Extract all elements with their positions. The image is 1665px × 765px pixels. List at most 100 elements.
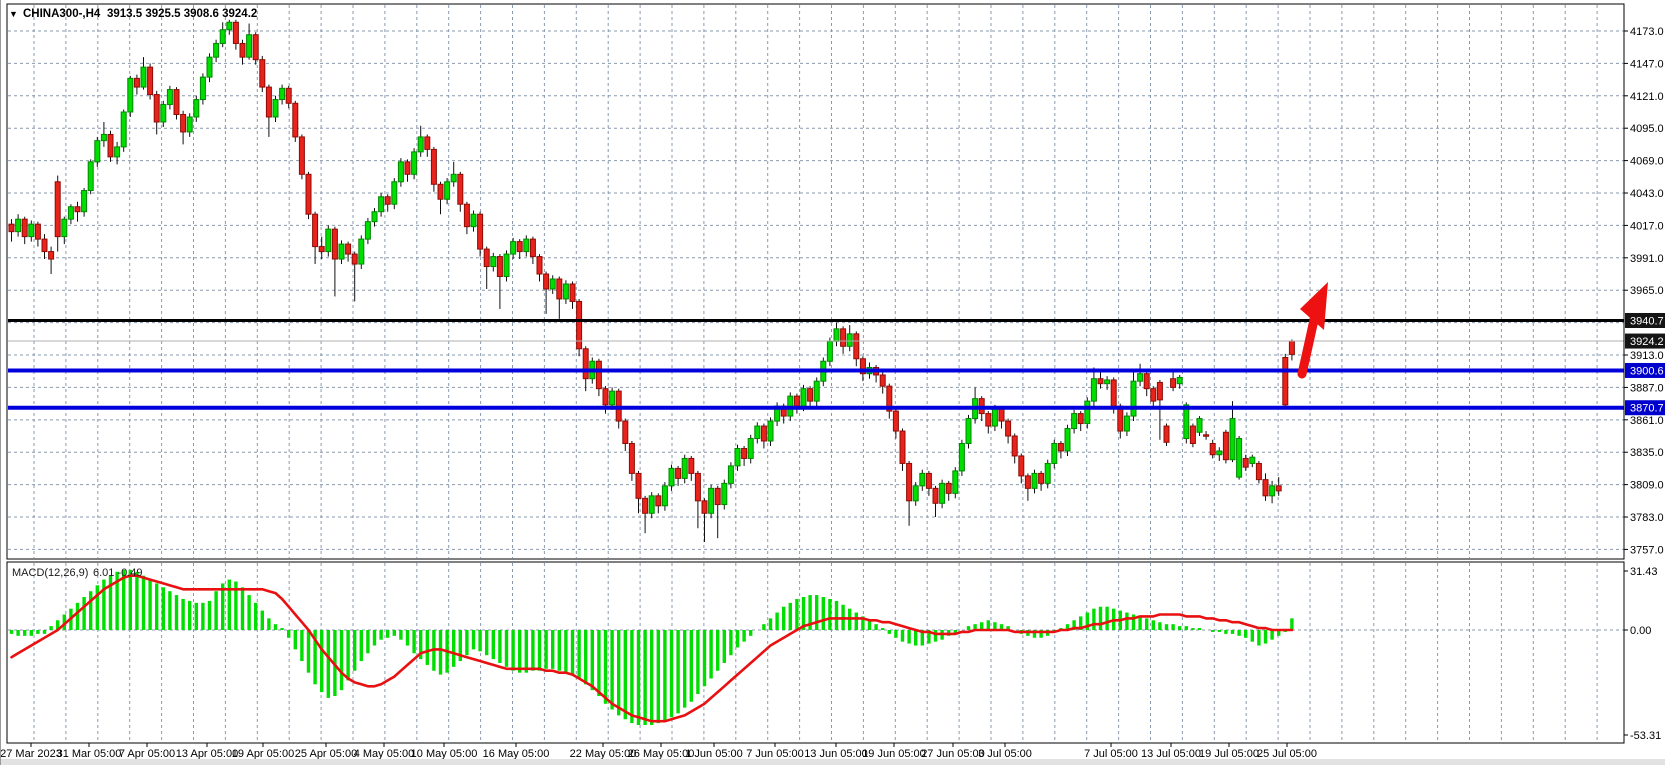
macd-axis[interactable]: 31.430.00-53.31 [1624,566,1661,742]
bullish-candle [748,439,753,459]
bearish-candle [35,224,40,239]
bearish-candle [1111,380,1116,406]
bullish-candle [847,334,852,346]
bearish-candle [352,254,357,264]
bullish-candle [62,219,67,236]
main-panel-frame [7,4,1624,559]
bearish-candle [233,22,238,43]
bullish-candle [372,212,377,222]
candlestick-series [9,20,1294,542]
price-tick-label: 4095.0 [1630,123,1664,135]
symbol-dropdown-icon[interactable]: ▼ [9,9,18,19]
price-tick-label: 3861.0 [1630,415,1664,427]
bullish-candle [247,35,252,57]
bearish-candle [49,252,54,259]
bullish-candle [29,224,34,236]
bearish-candle [1058,443,1063,450]
bearish-candle [22,219,27,236]
bearish-candle [742,448,747,458]
bullish-candle [550,279,555,289]
bearish-candle [425,137,430,149]
bearish-candle [1151,389,1156,401]
bearish-candle [656,496,661,506]
up-arrow-annotation[interactable] [1300,282,1328,374]
bullish-candle [141,67,146,87]
bullish-candle [662,486,667,506]
price-tick-label: 4121.0 [1630,91,1664,103]
date-axis[interactable]: 27 Mar 202331 Mar 05:007 Apr 05:0013 Apr… [1,743,1317,760]
macd-label-group: MACD(12,26,9) 6.01 -0.49 [12,567,143,579]
bearish-candle [55,182,60,237]
bearish-candle [260,60,265,87]
bearish-candle [1078,414,1083,424]
macd-tick-label: 31.43 [1630,566,1658,578]
bullish-candle [966,419,971,444]
bullish-candle [365,222,370,239]
bullish-candle [16,219,21,231]
bullish-candle [418,137,423,152]
bullish-candle [834,329,839,341]
price-axis-badges: 3940.73924.23900.63870.7 [1625,313,1665,415]
bearish-candle [1144,374,1149,389]
bearish-candle [1256,463,1261,479]
bullish-candle [451,174,456,181]
bearish-candle [306,174,311,214]
bullish-candle [398,162,403,182]
bearish-candle [464,204,469,226]
bearish-candle [603,389,608,405]
price-axis[interactable]: 4173.04147.04121.04095.04069.04043.04017… [1624,26,1664,556]
bearish-candle [557,279,562,299]
window-footer-strip [1,759,1665,765]
bearish-candle [570,284,575,301]
bullish-candle [669,468,674,485]
price-tick-label: 3757.0 [1630,544,1664,556]
bullish-candle [511,242,516,254]
grid-lines [8,5,1624,742]
bullish-candle [167,90,172,105]
bullish-candle [326,229,331,251]
bullish-candle [1197,419,1202,433]
bullish-candle [1124,416,1129,431]
bearish-candle [438,184,443,199]
macd-indicator [12,570,1292,725]
bullish-candle [412,152,417,174]
bullish-candle [1217,451,1222,455]
bearish-candle [702,501,707,513]
chart-canvas[interactable]: 4173.04147.04121.04095.04069.04043.04017… [1,0,1665,765]
bullish-candle [768,421,773,441]
bearish-candle [1276,486,1281,491]
bullish-candle [68,207,73,219]
bearish-candle [9,224,14,231]
bullish-candle [200,77,205,99]
bearish-candle [332,229,337,259]
bullish-candle [187,117,192,132]
bearish-candle [841,329,846,346]
bearish-candle [1204,435,1209,437]
bearish-candle [1243,458,1248,467]
bearish-candle [629,443,634,473]
bearish-candle [405,162,410,174]
bullish-candle [649,496,654,513]
bullish-candle [392,182,397,204]
trading-chart-window: 4173.04147.04121.04095.04069.04043.04017… [0,0,1665,765]
price-tick-label: 3835.0 [1630,447,1664,459]
bearish-candle [42,239,47,251]
bullish-candle [491,257,496,267]
bullish-candle [115,147,120,157]
bullish-candle [610,391,615,405]
bearish-candle [808,389,813,401]
bullish-candle [1184,405,1189,439]
bearish-candle [1012,436,1017,456]
bearish-candle [907,463,912,500]
bearish-candle [253,35,258,60]
bearish-candle [854,334,859,359]
bullish-candle [280,88,285,99]
bearish-candle [999,409,1004,421]
bullish-candle [827,341,832,361]
bullish-candle [1270,486,1275,496]
bullish-candle [682,458,687,478]
price-tick-label: 4173.0 [1630,26,1664,38]
bullish-candle [728,466,733,483]
bearish-candle [1118,406,1123,431]
price-tick-label: 3809.0 [1630,480,1664,492]
